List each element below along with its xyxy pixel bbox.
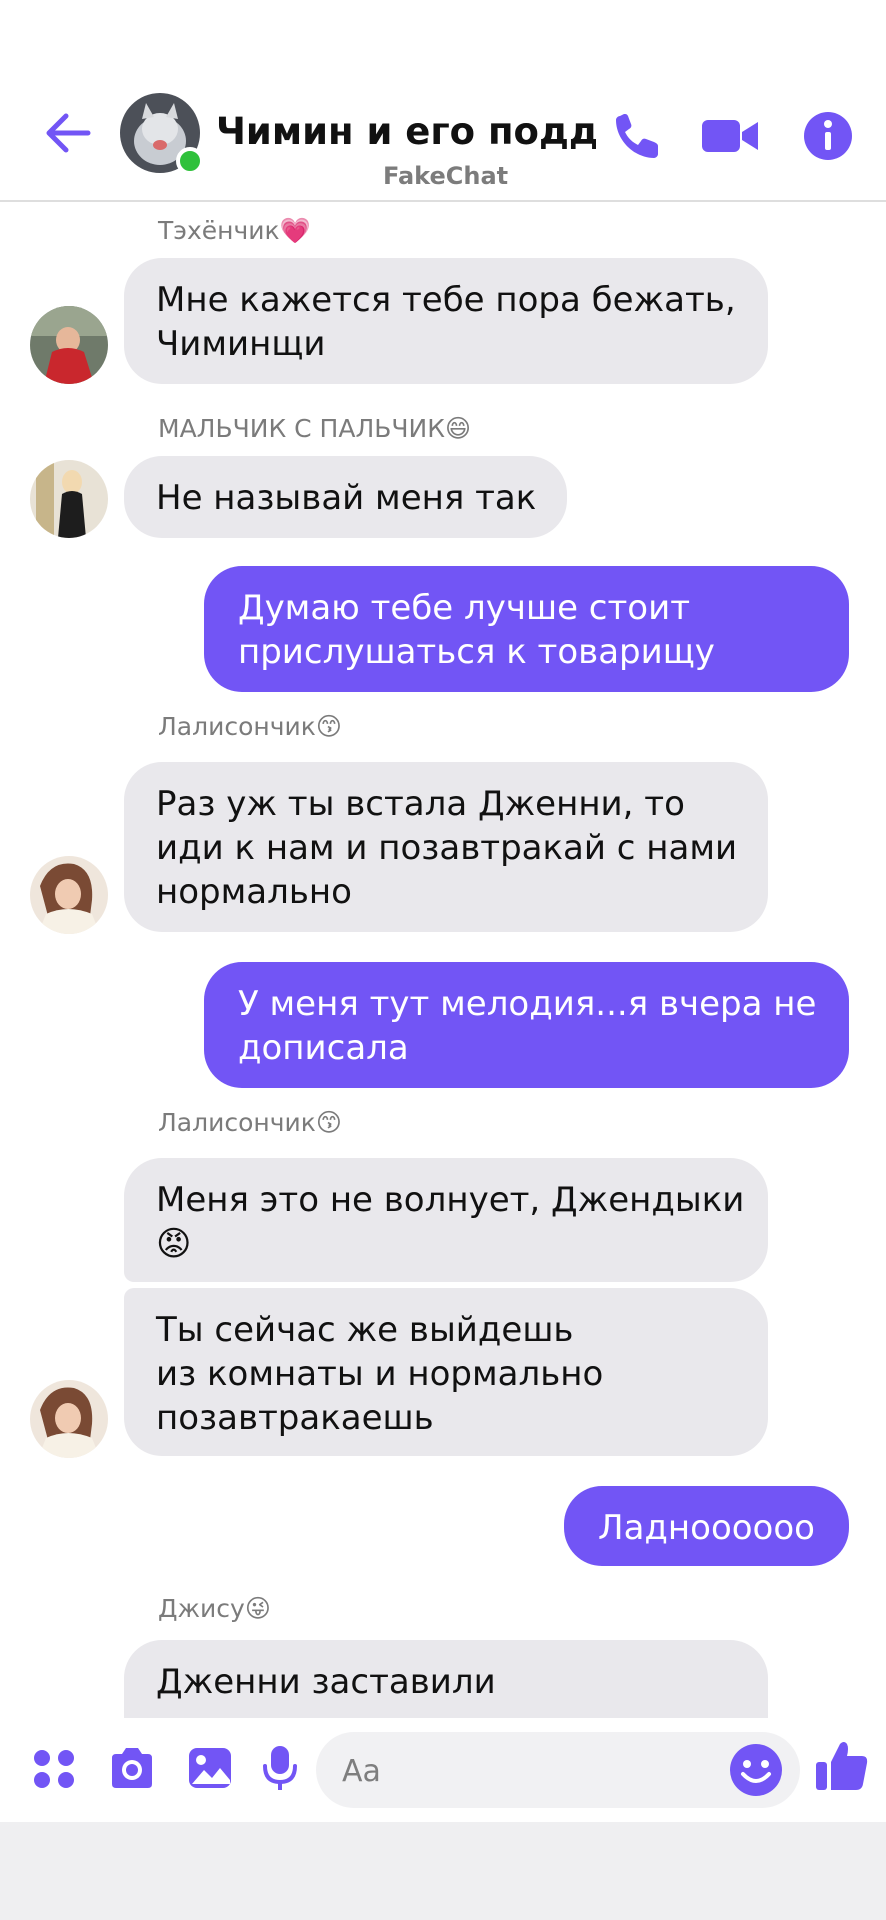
message-bubble-outgoing[interactable]: Ладноооооо <box>564 1486 849 1566</box>
sender-name: Тэхёнчик💗 <box>158 216 311 245</box>
sender-name: МАЛЬЧИК С ПАЛЬЧИК😄 <box>158 414 472 443</box>
message-composer <box>0 1718 886 1822</box>
message-input-container[interactable] <box>316 1732 800 1810</box>
sender-name: Лалисончик😙 <box>158 712 342 741</box>
message-list[interactable]: Тэхёнчик💗 Мне кажется тебе пора бежать, … <box>0 200 886 1718</box>
apps-grid-icon[interactable] <box>30 1744 78 1792</box>
avatar[interactable] <box>30 856 108 934</box>
emoji-icon[interactable] <box>728 1742 784 1798</box>
sender-name: Джису😜 <box>158 1594 271 1623</box>
message-bubble[interactable]: Мне кажется тебе пора бежать, Чиминщи <box>124 258 768 384</box>
message-bubble[interactable]: Дженни заставили встать, хорошим это не <box>124 1640 768 1718</box>
message-bubble[interactable]: Раз уж ты встала Дженни, то иди к нам и … <box>124 762 768 932</box>
back-arrow-icon[interactable] <box>42 108 92 158</box>
message-bubble-outgoing[interactable]: Думаю тебе лучше стоит прислушаться к то… <box>204 566 849 692</box>
chat-subtitle: FakeChat <box>383 162 509 190</box>
avatar[interactable] <box>30 306 108 384</box>
message-bubble[interactable]: Ты сейчас же выйдешь из комнаты и нормал… <box>124 1288 768 1456</box>
gallery-icon[interactable] <box>186 1744 234 1792</box>
chat-title[interactable]: Чимин и его подд… <box>216 110 596 153</box>
system-navigation-bar <box>0 1822 886 1920</box>
sender-name: Лалисончик😙 <box>158 1108 342 1137</box>
phone-icon[interactable] <box>610 108 666 164</box>
online-status-dot <box>176 147 204 175</box>
group-avatar[interactable] <box>120 93 204 175</box>
video-camera-icon[interactable] <box>700 108 760 164</box>
thumbs-up-icon[interactable] <box>814 1738 870 1794</box>
message-bubble[interactable]: Меня это не волнует, Джендыки 😡 <box>124 1158 768 1282</box>
avatar[interactable] <box>30 460 108 538</box>
chat-header: Чимин и его подд… FakeChat <box>0 0 886 202</box>
microphone-icon[interactable] <box>258 1744 302 1792</box>
message-bubble[interactable]: Не называй меня так <box>124 456 567 538</box>
camera-icon[interactable] <box>108 1744 156 1792</box>
message-input[interactable] <box>340 1732 724 1810</box>
avatar[interactable] <box>30 1380 108 1458</box>
message-bubble-outgoing[interactable]: У меня тут мелодия...я вчера не дописала <box>204 962 849 1088</box>
info-icon[interactable] <box>800 108 856 164</box>
